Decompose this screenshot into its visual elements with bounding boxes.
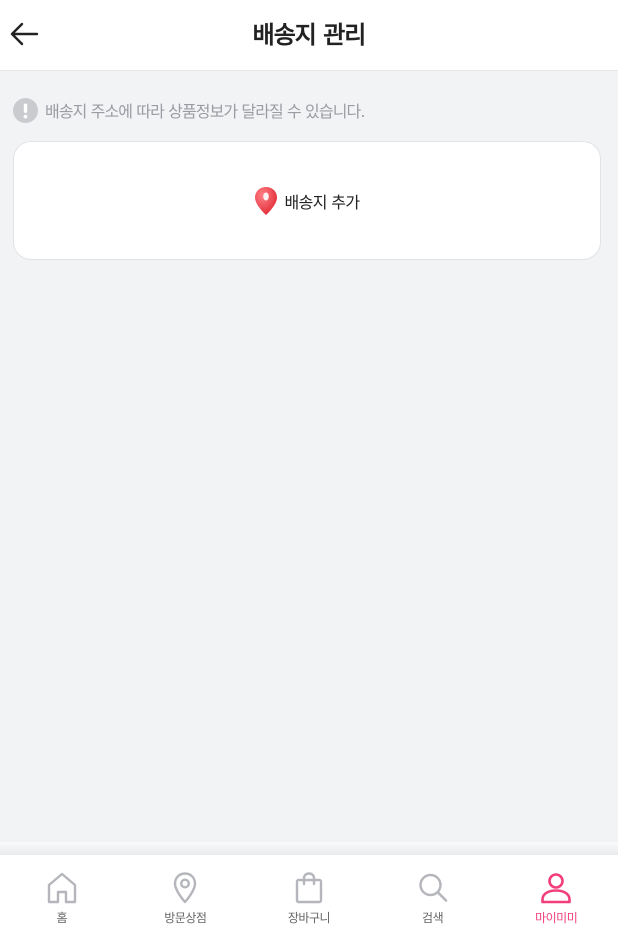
map-pin-icon bbox=[255, 186, 278, 215]
home-icon bbox=[47, 872, 76, 904]
tab-home-label: 홈 bbox=[56, 911, 68, 925]
add-address-label: 배송지 추가 bbox=[284, 192, 360, 212]
app-header: 배송지 관리 bbox=[0, 0, 618, 71]
user-icon bbox=[541, 873, 571, 904]
location-pin-icon bbox=[174, 872, 197, 904]
tab-search-label: 검색 bbox=[422, 911, 444, 925]
notice-banner: 배송지 주소에 따라 상품정보가 달라질 수 있습니다. bbox=[13, 97, 365, 123]
add-address-content: 배송지 추가 bbox=[254, 186, 360, 216]
tab-visit-store-label: 방문상점 bbox=[164, 911, 207, 925]
tabbar-divider bbox=[0, 842, 618, 856]
tab-cart-label: 장바구니 bbox=[287, 911, 331, 925]
tab-home[interactable]: 홈 bbox=[0, 855, 124, 927]
exclamation-circle-icon bbox=[13, 97, 38, 123]
page-title: 배송지 관리 bbox=[252, 21, 367, 49]
notice-text: 배송지 주소에 따라 상품정보가 달라질 수 있습니다. bbox=[45, 102, 365, 121]
tab-search[interactable]: 검색 bbox=[371, 855, 495, 927]
tab-visit-store[interactable]: 방문상점 bbox=[124, 855, 248, 927]
bottom-tabbar: 홈 방문상점 장바구니 검색 마이미미 bbox=[0, 855, 618, 927]
tab-my-page[interactable]: 마이미미 bbox=[494, 855, 618, 927]
tab-my-page-label: 마이미미 bbox=[535, 911, 578, 925]
tab-cart[interactable]: 장바구니 bbox=[247, 855, 371, 927]
search-icon bbox=[418, 873, 447, 902]
shopping-bag-icon bbox=[295, 872, 323, 904]
add-address-button[interactable]: 배송지 추가 bbox=[13, 141, 601, 260]
